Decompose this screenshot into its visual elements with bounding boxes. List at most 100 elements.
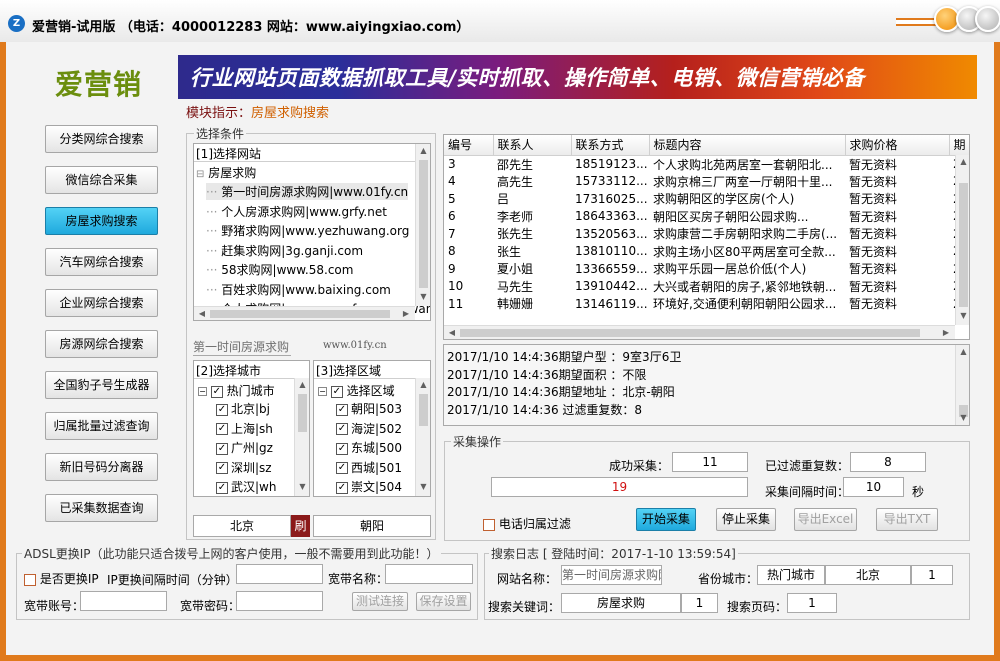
column-header[interactable]: 联系人 [493, 135, 572, 156]
tree-collapse-icon[interactable]: − [318, 387, 327, 396]
phone-filter-option[interactable]: 电话归属过滤 [483, 515, 571, 532]
city-tree-vscroll[interactable]: ▲ ▼ [294, 378, 309, 496]
scroll-up-arrow-icon[interactable]: ▲ [416, 146, 430, 155]
broadband-name-input[interactable] [385, 564, 473, 584]
city-tree-root[interactable]: − ✓ 热门城市 [198, 382, 275, 399]
city-item[interactable]: ✓ 上海|sh [216, 420, 273, 437]
broadband-password-input[interactable] [236, 591, 323, 611]
hscroll-thumb[interactable] [460, 329, 920, 337]
change-ip-option[interactable]: 是否更换IP [24, 570, 99, 587]
checkbox-unchecked-icon[interactable] [24, 573, 36, 586]
scroll-right-arrow-icon[interactable]: ▶ [400, 309, 412, 318]
table-row[interactable]: 7张先生13520563...求购康营二手房朝阳求购二手房(...暂无资料2( [444, 225, 969, 243]
city-item[interactable]: ✓ 北京|bj [216, 400, 270, 417]
scroll-up-arrow-icon[interactable]: ▲ [295, 380, 309, 389]
nav-button[interactable]: 企业网综合搜索 [45, 289, 158, 317]
selected-city-field[interactable]: 北京 [193, 515, 291, 537]
table-row[interactable]: 3邵先生18519123...个人求购北苑两居室一套朝阳北...暂无资料2( [444, 155, 969, 173]
column-header[interactable]: 联系方式 [571, 135, 650, 156]
column-header[interactable]: 标题内容 [649, 135, 846, 156]
scroll-up-arrow-icon[interactable]: ▲ [956, 347, 969, 356]
scroll-left-arrow-icon[interactable]: ◀ [446, 328, 458, 337]
broadband-account-input[interactable] [80, 591, 167, 611]
nav-button[interactable]: 分类网综合搜索 [45, 125, 158, 153]
close-button[interactable] [975, 6, 1000, 32]
site-item[interactable]: ··· 百姓求购网|www.baixing.com [206, 281, 391, 298]
table-row[interactable]: 4高先生15733112...求购京棉三厂两室一厅朝阳十里...暂无资料2( [444, 173, 969, 191]
scroll-down-arrow-icon[interactable]: ▼ [956, 413, 969, 422]
hscroll-thumb[interactable] [210, 310, 390, 318]
checkbox-checked-icon[interactable]: ✓ [216, 423, 228, 435]
table-row[interactable]: 5吕17316025...求购朝阳区的学区房(个人)暂无资料2( [444, 190, 969, 208]
city-item[interactable]: ✓ 深圳|sz [216, 459, 272, 476]
nav-button[interactable]: 汽车网综合搜索 [45, 248, 158, 276]
refresh-button[interactable]: 刷 [291, 515, 310, 537]
site-item[interactable]: ··· 第一时间房源求购网|www.01fy.cn [206, 183, 409, 200]
city-item[interactable]: ✓ 武汉|wh [216, 478, 276, 495]
scroll-down-arrow-icon[interactable]: ▼ [295, 482, 309, 491]
area-item[interactable]: ✓ 朝阳|503 [336, 400, 402, 417]
column-header[interactable]: 期 [949, 135, 969, 156]
column-header[interactable]: 编号 [444, 135, 494, 156]
save-settings-button[interactable]: 保存设置 [416, 592, 471, 611]
checkbox-checked-icon[interactable]: ✓ [216, 462, 228, 474]
nav-button[interactable]: 已采集数据查询 [45, 494, 158, 522]
scroll-up-arrow-icon[interactable]: ▲ [416, 380, 430, 389]
start-collect-button[interactable]: 开始采集 [636, 508, 696, 531]
site-item[interactable]: ··· 个人房源求购网|www.grfy.net [206, 203, 387, 220]
scroll-up-arrow-icon[interactable]: ▲ [956, 157, 969, 166]
scroll-down-arrow-icon[interactable]: ▼ [416, 482, 430, 491]
test-connection-button[interactable]: 测试连接 [352, 592, 408, 611]
city-item[interactable]: ✓ 广州|gz [216, 439, 273, 456]
scroll-down-arrow-icon[interactable]: ▼ [416, 292, 430, 301]
checkbox-checked-icon[interactable]: ✓ [330, 385, 343, 398]
site-tree-vscroll[interactable]: ▲ ▼ [415, 144, 430, 306]
area-item[interactable]: ✓ 东城|500 [336, 439, 402, 456]
area-tree-root[interactable]: − ✓ 选择区域 [318, 382, 395, 399]
scroll-right-arrow-icon[interactable]: ▶ [940, 328, 952, 337]
site-item[interactable]: ··· 58求购网|www.58.com [206, 261, 353, 278]
export-excel-button[interactable]: 导出Excel [794, 508, 857, 531]
site-item[interactable]: ··· 野猪求购网|www.yezhuwang.org [206, 222, 409, 239]
checkbox-checked-icon[interactable]: ✓ [216, 442, 228, 455]
nav-button[interactable]: 微信综合采集 [45, 166, 158, 194]
results-grid[interactable]: 编号 联系人 联系方式 标题内容 求购价格期 3 邵先生 18519123... 个人求购北苑… [443, 134, 970, 340]
nav-button[interactable]: 新旧号码分离器 [45, 453, 158, 481]
ip-interval-input[interactable] [236, 564, 323, 584]
grid-hscroll[interactable]: ◀ ▶ [444, 325, 955, 339]
checkbox-checked-icon[interactable]: ✓ [336, 481, 348, 494]
nav-button[interactable]: 房源网综合搜索 [45, 330, 158, 358]
checkbox-checked-icon[interactable]: ✓ [336, 442, 348, 455]
export-txt-button[interactable]: 导出TXT [876, 508, 938, 531]
scroll-down-arrow-icon[interactable]: ▼ [956, 311, 969, 320]
site-tree-root[interactable]: ⊟ 房屋求购 [196, 164, 256, 181]
interval-input[interactable]: 10 [843, 477, 904, 497]
site-tree[interactable]: [1]选择网站 ⊟ 房屋求购 ··· 第一时间房源求购网|www.01fy.cn… [193, 143, 431, 321]
nav-button[interactable]: 房屋求购搜索 [45, 207, 158, 235]
area-item[interactable]: ✓ 崇文|504 [336, 478, 402, 495]
city-tree[interactable]: [2]选择城市 − ✓ 热门城市 ✓ 北京|bj ✓ 上海|sh ✓ 广州|gz ✓ 深圳|s… [193, 360, 310, 497]
tree-collapse-icon[interactable]: − [198, 387, 207, 396]
scroll-thumb[interactable] [959, 183, 968, 307]
table-row[interactable]: 11韩姗姗13146119...环境好,交通便利朝阳朝阳公园求...暂无资料2( [444, 295, 969, 313]
scroll-thumb[interactable] [419, 394, 428, 426]
site-item[interactable]: ··· 赶集求购网|3g.ganji.com [206, 242, 363, 259]
table-row[interactable]: 8张生13810110...求购主场小区80平两居室可全款...暂无资料2( [444, 243, 969, 261]
log-vscroll[interactable]: ▲ ▼ [955, 345, 969, 425]
scroll-thumb[interactable] [419, 160, 428, 288]
table-row[interactable]: 10马先生13910442...大兴或者朝阳的房子,紧邻地铁朝...暂无资料2( [444, 278, 969, 296]
nav-button[interactable]: 全国豹子号生成器 [45, 371, 158, 399]
table-row[interactable]: 6李老师18643363...朝阳区买房子朝阳公园求购...暂无资料2( [444, 208, 969, 226]
area-item[interactable]: ✓ 海淀|502 [336, 420, 402, 437]
site-tree-hscroll[interactable]: ◀ ▶ [194, 306, 415, 320]
checkbox-checked-icon[interactable]: ✓ [336, 462, 348, 474]
checkbox-checked-icon[interactable]: ✓ [336, 403, 348, 416]
checkbox-checked-icon[interactable]: ✓ [210, 385, 223, 398]
area-tree[interactable]: [3]选择区域 − ✓ 选择区域 ✓ 朝阳|503 ✓ 海淀|502 ✓ 东城|500 ✓ 西… [313, 360, 431, 497]
scroll-thumb[interactable] [298, 394, 307, 432]
log-box[interactable]: 2017/1/10 14:4:36期望户型 ：9室3厅6卫 2017/1/10 1… [443, 344, 970, 426]
checkbox-unchecked-icon[interactable] [483, 518, 495, 531]
area-item[interactable]: ✓ 西城|501 [336, 459, 402, 476]
checkbox-checked-icon[interactable]: ✓ [216, 481, 228, 494]
table-row[interactable]: 9夏小姐13366559...求购平乐园一居总价低(个人)暂无资料2( [444, 260, 969, 278]
